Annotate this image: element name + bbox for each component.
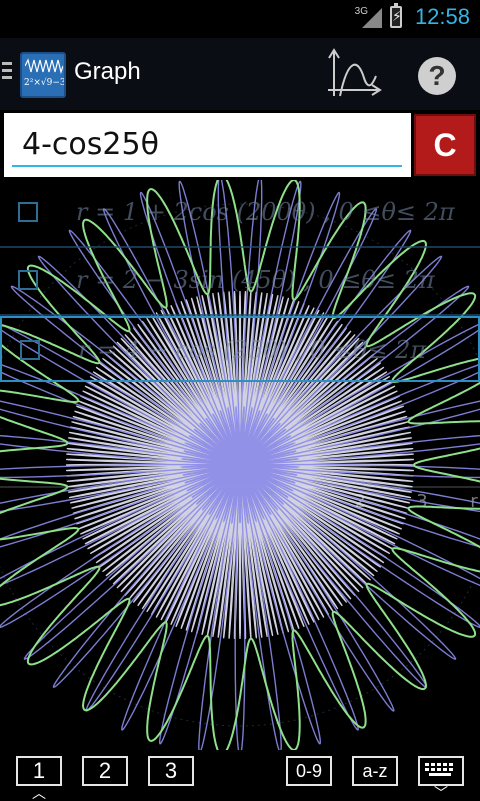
chevron-up-icon: ︿ xyxy=(32,785,46,801)
key-1-button[interactable]: 1 ︿ xyxy=(16,756,62,800)
alpha-keyboard-button[interactable]: a-z xyxy=(352,756,398,786)
expression-input[interactable] xyxy=(12,123,402,167)
function-expression: r = 2 − 3sin (45θ) , 0 ≤θ≤ 2π xyxy=(76,266,435,294)
key-label: 3 xyxy=(164,758,178,783)
axes-icon[interactable] xyxy=(324,46,384,102)
keyboard-icon xyxy=(425,763,453,776)
wave-icon xyxy=(25,58,63,74)
hamburger-icon[interactable] xyxy=(2,62,12,83)
app-icon[interactable]: 2²×√9−3/2 xyxy=(20,52,66,98)
battery-icon: ⚡ xyxy=(390,3,402,28)
key-label: 2 xyxy=(98,758,112,783)
key-2-button[interactable]: 2 xyxy=(82,756,128,786)
clear-button[interactable]: C xyxy=(414,114,476,176)
function-checkbox[interactable] xyxy=(18,202,38,222)
clock: 12:58 xyxy=(414,4,470,29)
chevron-down-icon: ﹀ xyxy=(434,785,448,801)
app-icon-formula: 2²×√9−3/2 xyxy=(24,78,66,88)
key-label: a-z xyxy=(362,761,388,781)
keyboard-toggle-button[interactable]: ﹀ xyxy=(418,756,464,800)
function-checkbox[interactable] xyxy=(20,340,40,360)
app-title: Graph xyxy=(74,58,141,85)
function-list: r = 1 + 2cos (200θ) , 0 ≤θ≤ 2π r = 2 − 3… xyxy=(0,180,480,382)
key-label: 1 xyxy=(32,758,46,783)
keyboard-bar: 1 ︿ 2 3 0-9 a-z ﹀ xyxy=(0,750,480,800)
function-row-1[interactable]: r = 1 + 2cos (200θ) , 0 ≤θ≤ 2π xyxy=(0,180,480,248)
action-bar: 2²×√9−3/2 Graph ? xyxy=(0,38,480,110)
signal-icon xyxy=(362,8,382,28)
function-checkbox[interactable] xyxy=(18,270,38,290)
numeric-keyboard-button[interactable]: 0-9 xyxy=(286,756,332,786)
function-row-2[interactable]: r = 2 − 3sin (45θ) , 0 ≤θ≤ 2π xyxy=(0,248,480,316)
graph-area[interactable]: 23r r = 1 + 2cos (200θ) , 0 ≤θ≤ 2π r = 2… xyxy=(0,180,480,760)
key-label: 0-9 xyxy=(295,761,322,781)
expression-input-container xyxy=(4,113,411,177)
key-3-button[interactable]: 3 xyxy=(148,756,194,786)
status-bar: 3G ⚡ 12:58 xyxy=(0,0,480,38)
function-expression: r = 1 + 2cos (200θ) , 0 ≤θ≤ 2π xyxy=(76,198,455,226)
function-expression: r = 4 − cos (25θ) , 0 ≤θ≤ 2π xyxy=(78,336,427,364)
help-button[interactable]: ? xyxy=(418,57,456,95)
function-row-3[interactable]: r = 4 − cos (25θ) , 0 ≤θ≤ 2π xyxy=(0,316,480,382)
battery-charging-icon: ⚡ xyxy=(392,9,402,25)
